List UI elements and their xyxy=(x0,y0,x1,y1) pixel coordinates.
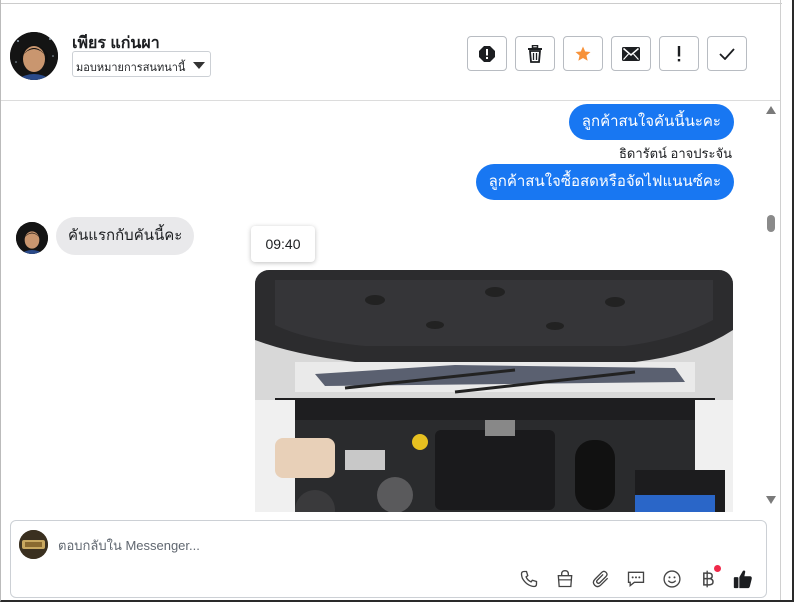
window-frame xyxy=(0,0,794,602)
